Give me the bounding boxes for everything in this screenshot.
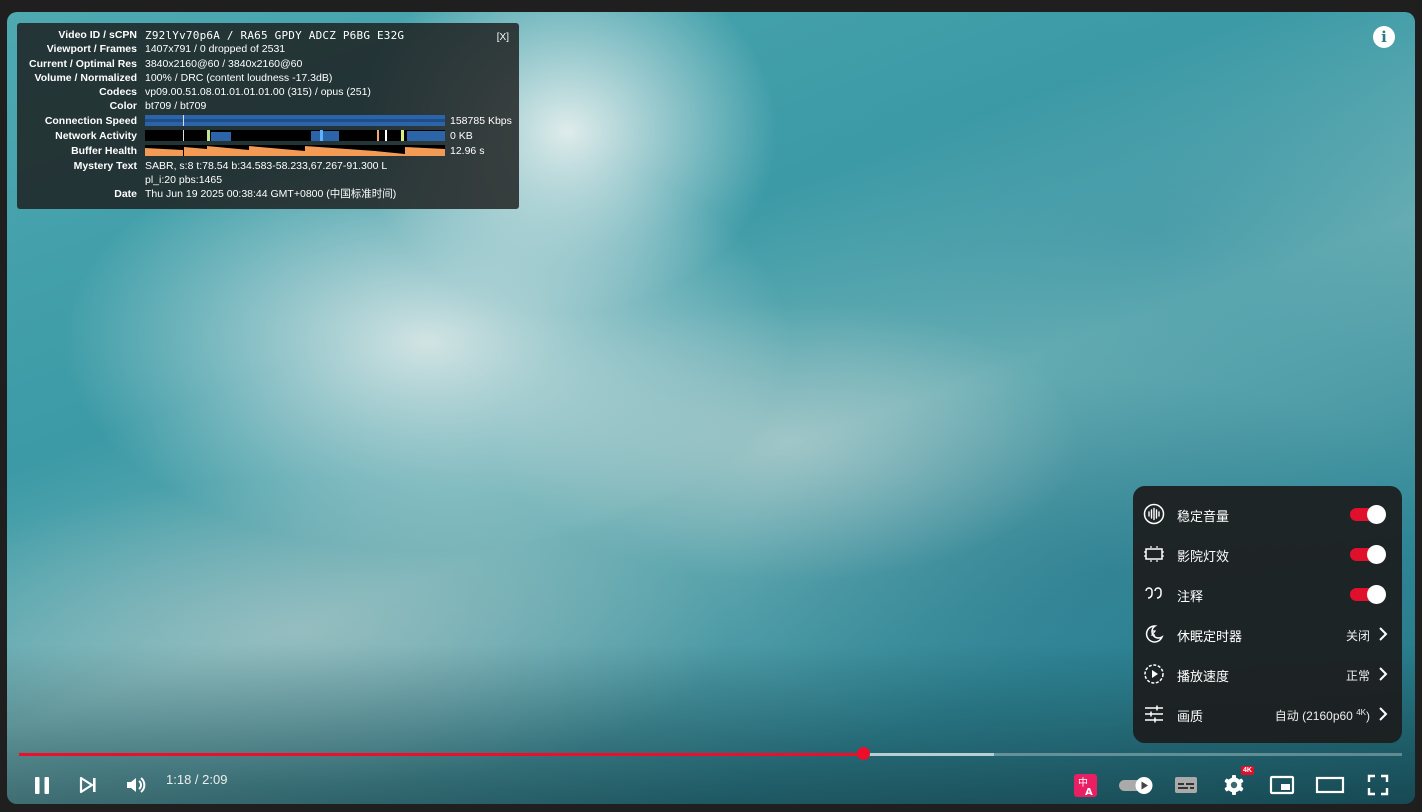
stats-row-network-activity: Network Activity 0 KB: [55, 130, 473, 142]
stats-row-resolution: Current / Optimal Res 3840x2160@60 / 384…: [29, 58, 303, 70]
playback-speed-icon: [1144, 664, 1164, 684]
autoplay-icon: [1119, 777, 1153, 794]
progress-scrubber[interactable]: [856, 747, 870, 760]
menu-item-annotations[interactable]: 注释: [1133, 574, 1402, 614]
time-display: 1:18 / 2:09: [166, 772, 228, 787]
progress-played: [19, 753, 863, 756]
stats-for-nerds-panel: [X] Video ID / sCPN Z92lYv70p6A / RA65 G…: [17, 23, 519, 209]
quality-value: 自动 (2160p60 4K): [1274, 708, 1370, 723]
video-player[interactable]: [X] Video ID / sCPN Z92lYv70p6A / RA65 G…: [7, 12, 1415, 804]
buffer-health-graph: [145, 145, 445, 156]
annotations-toggle[interactable]: [1350, 585, 1386, 604]
stats-close-button[interactable]: [X]: [497, 32, 509, 43]
next-button[interactable]: [71, 768, 105, 802]
stats-row-mystery-text: Mystery Text SABR, s:8 t:78.54 b:34.583-…: [73, 160, 388, 172]
subtitles-icon: [1175, 777, 1197, 793]
stats-row-date: Date Thu Jun 19 2025 00:38:44 GMT+0800 (…: [114, 188, 397, 200]
progress-bar[interactable]: [19, 753, 1402, 756]
menu-item-playback-speed[interactable]: 播放速度 正常: [1133, 654, 1402, 694]
stable-volume-toggle[interactable]: [1350, 505, 1386, 524]
info-icon[interactable]: i: [1373, 26, 1395, 48]
connection-speed-graph: [145, 115, 445, 126]
stats-row-connection-speed: Connection Speed 158785 Kbps: [44, 115, 512, 127]
settings-4k-badge: 4K: [1241, 766, 1254, 775]
annotations-icon: [1145, 587, 1162, 599]
svg-text:A: A: [1085, 787, 1093, 798]
fullscreen-icon: [1367, 774, 1389, 796]
stats-row-viewport: Viewport / Frames 1407x791 / 0 dropped o…: [46, 43, 286, 55]
ambient-mode-icon: [1144, 546, 1164, 562]
menu-item-stable-volume[interactable]: 稳定音量: [1133, 494, 1402, 534]
stats-row-video-id: Video ID / sCPN Z92lYv70p6A / RA65 GPDY …: [58, 29, 405, 42]
menu-item-quality[interactable]: 画质 自动 (2160p60 4K): [1133, 694, 1402, 734]
stats-row-volume: Volume / Normalized 100% / DRC (content …: [34, 72, 333, 84]
theater-mode-icon: [1315, 776, 1345, 794]
menu-item-ambient-mode[interactable]: 影院灯效: [1133, 534, 1402, 574]
menu-item-sleep-timer[interactable]: 休眠定时器 关闭: [1133, 614, 1402, 654]
autoplay-toggle[interactable]: [1117, 768, 1157, 802]
stats-row-buffer-health: Buffer Health 12.96 s: [71, 145, 485, 157]
chevron-right-icon: [1379, 667, 1388, 681]
stats-row-mystery-text-2: pl_i:20 pbs:1465: [145, 174, 223, 186]
chevron-right-icon: [1379, 707, 1388, 721]
pause-button[interactable]: [25, 768, 59, 802]
fullscreen-button[interactable]: [1361, 768, 1395, 802]
stable-volume-icon: [1143, 503, 1165, 525]
skip-next-icon: [79, 776, 96, 794]
stats-row-color: Color bt709 / bt709: [109, 100, 207, 112]
quality-sliders-icon: [1145, 705, 1163, 723]
network-activity-graph: [145, 130, 445, 141]
miniplayer-button[interactable]: [1265, 768, 1299, 802]
miniplayer-icon: [1269, 775, 1295, 795]
theater-mode-button[interactable]: [1313, 768, 1347, 802]
volume-button[interactable]: [119, 768, 153, 802]
ambient-mode-toggle[interactable]: [1350, 545, 1386, 564]
volume-icon: [127, 777, 146, 793]
subtitles-button[interactable]: [1169, 768, 1203, 802]
sleep-timer-icon: [1145, 625, 1164, 643]
chevron-right-icon: [1379, 627, 1388, 641]
stats-row-codecs: Codecs vp09.00.51.08.01.01.01.01.00 (315…: [99, 86, 371, 98]
translate-icon: 中 A: [1074, 774, 1097, 798]
settings-menu: 稳定音量 影院灯效 注释 休眠定时器 关闭 播放速度 正常 画质 自动 (216…: [1133, 486, 1402, 743]
translate-button[interactable]: 中 A: [1069, 768, 1103, 802]
pause-icon: [35, 777, 49, 794]
